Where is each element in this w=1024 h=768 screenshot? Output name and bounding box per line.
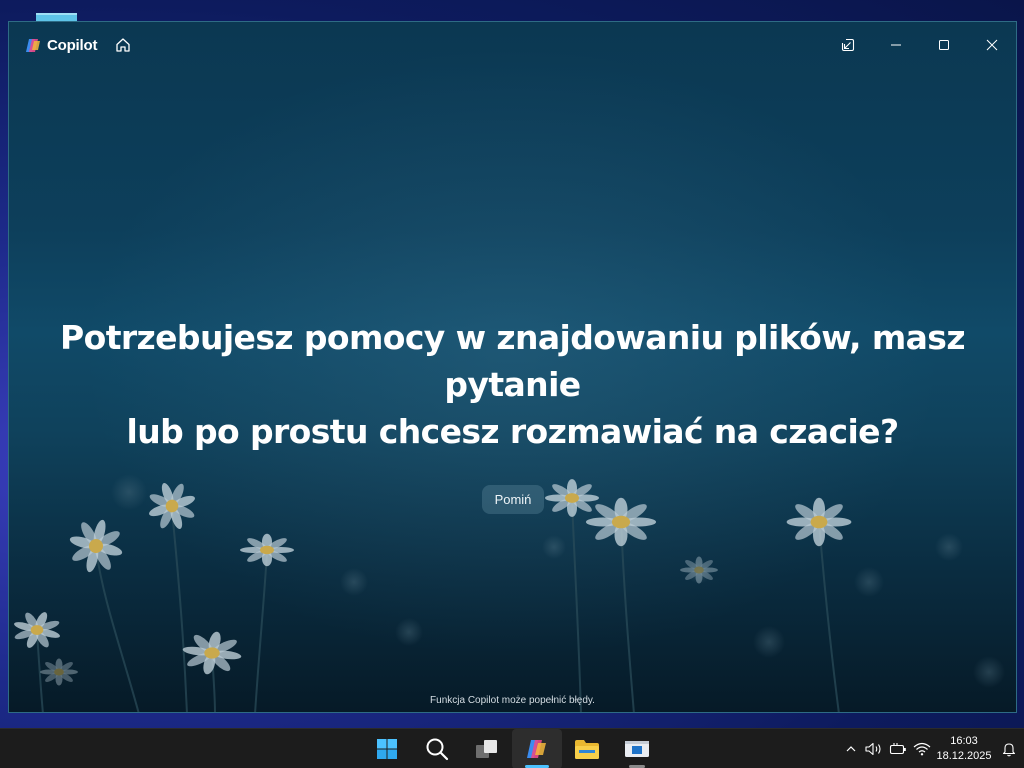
volume-icon <box>865 742 881 756</box>
clock[interactable]: 16:03 18.12.2025 <box>934 734 994 764</box>
home-button[interactable] <box>113 35 133 55</box>
task-view-icon <box>476 740 497 758</box>
media-player-icon <box>625 741 649 757</box>
system-tray: 16:03 18.12.2025 <box>840 729 1024 768</box>
taskbar-copilot[interactable] <box>512 729 562 768</box>
title-bar: Copilot <box>9 22 1016 68</box>
volume-button[interactable] <box>862 729 886 768</box>
network-button[interactable] <box>910 729 934 768</box>
headline-line-2: lub po prostu chcesz rozmawiać na czacie… <box>126 412 899 451</box>
desktop-window-edge <box>36 13 77 21</box>
dock-icon <box>841 38 855 52</box>
welcome-headline: Potrzebujesz pomocy w znajdowaniu plików… <box>9 314 1016 455</box>
taskbar-file-explorer[interactable] <box>562 729 612 768</box>
notifications-button[interactable] <box>994 729 1024 768</box>
close-button[interactable] <box>968 22 1016 68</box>
search-button[interactable] <box>412 729 462 768</box>
skip-button[interactable]: Pomiń <box>482 485 544 514</box>
windows-start-icon <box>377 739 397 759</box>
wifi-icon <box>913 742 931 756</box>
minimize-icon <box>891 44 901 46</box>
app-title: Copilot <box>47 36 98 54</box>
copilot-icon <box>527 740 546 758</box>
task-view-button[interactable] <box>462 729 512 768</box>
taskbar-apps <box>362 729 662 768</box>
chevron-up-icon <box>846 746 856 752</box>
battery-button[interactable] <box>886 729 910 768</box>
maximize-button[interactable] <box>920 22 968 68</box>
headline-line-1: Potrzebujesz pomocy w znajdowaniu plików… <box>60 318 966 404</box>
maximize-icon <box>939 40 949 50</box>
copilot-brand: Copilot <box>25 37 97 54</box>
show-hidden-icons-button[interactable] <box>840 729 862 768</box>
clock-time: 16:03 <box>950 735 978 747</box>
taskbar-media-app[interactable] <box>612 729 662 768</box>
battery-charging-icon <box>889 743 906 755</box>
window-controls <box>824 22 1016 68</box>
disclaimer-text: Funkcja Copilot może popełnić błędy. <box>430 695 595 706</box>
bell-icon <box>1002 742 1016 756</box>
close-icon <box>986 39 998 51</box>
copilot-logo-icon <box>26 38 40 52</box>
taskbar: 16:03 18.12.2025 <box>0 728 1024 768</box>
file-explorer-icon <box>575 740 599 759</box>
home-icon <box>116 38 130 52</box>
copilot-window: Copilot Potrzebujesz pomocy w znajdowani… <box>8 21 1017 713</box>
start-button[interactable] <box>362 729 412 768</box>
minimize-button[interactable] <box>872 22 920 68</box>
search-icon <box>426 738 449 761</box>
dock-button[interactable] <box>824 22 872 68</box>
clock-date: 18.12.2025 <box>936 750 992 762</box>
